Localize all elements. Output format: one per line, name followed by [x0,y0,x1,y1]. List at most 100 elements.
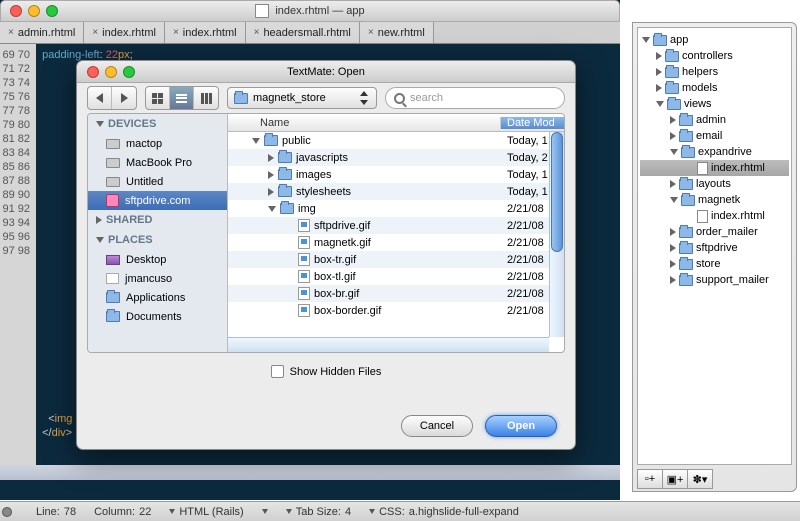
editor-tab[interactable]: ×index.rhtml [165,22,246,43]
editor-tab[interactable]: ×index.rhtml [84,22,165,43]
drawer-new-folder-button[interactable]: ▣+ [662,469,688,489]
tab-close-icon[interactable]: × [173,27,179,38]
sidebar-item-sftpdrive[interactable]: sftpdrive.com [88,191,227,210]
search-field[interactable]: search [385,87,565,109]
file-row[interactable]: magnetk.gif2/21/08 [228,234,564,251]
sidebar-item-home[interactable]: jmancuso [88,269,227,288]
tab-close-icon[interactable]: × [92,27,98,38]
status-indicator-icon[interactable] [2,507,12,517]
disclose-icon[interactable] [670,260,676,268]
file-row[interactable]: box-br.gif2/21/08 [228,285,564,302]
window-minimize-button[interactable] [28,5,40,17]
file-list-vertical-scrollbar[interactable] [549,132,564,337]
file-row[interactable]: imagesToday, 1 [228,166,564,183]
window-close-button[interactable] [10,5,22,17]
project-file[interactable]: index.rhtml [640,208,789,224]
disclose-icon[interactable] [642,37,650,43]
editor-horizontal-scrollbar[interactable] [0,465,620,480]
project-folder[interactable]: controllers [640,48,789,64]
editor-titlebar[interactable]: index.rhtml — app [0,0,620,22]
disclose-icon[interactable] [670,132,676,140]
editor-tab[interactable]: ×new.rhtml [360,22,434,43]
finder-sidebar[interactable]: DEVICES mactop MacBook Pro Untitled sftp… [88,114,228,352]
status-symbol-popup[interactable]: CSS: a.highslide-full-expand [369,506,519,518]
dialog-close-button[interactable] [87,66,99,78]
file-row[interactable]: box-border.gif2/21/08 [228,302,564,319]
file-list[interactable]: publicToday, 1javascriptsToday, 2imagesT… [228,132,564,352]
icon-view-button[interactable] [146,87,170,109]
disclose-icon[interactable] [656,68,662,76]
project-folder[interactable]: expandrive [640,144,789,160]
status-column[interactable]: Column: 22 [94,506,151,518]
disclose-icon[interactable] [670,116,676,124]
sidebar-group-devices[interactable]: DEVICES [88,114,227,134]
disclose-icon[interactable] [656,52,662,60]
disclose-icon[interactable] [670,180,676,188]
disclose-icon[interactable] [656,101,664,107]
disclose-icon[interactable] [670,228,676,236]
file-row[interactable]: stylesheetsToday, 1 [228,183,564,200]
disclose-icon[interactable] [670,244,676,252]
file-row[interactable]: sftpdrive.gif2/21/08 [228,217,564,234]
project-folder[interactable]: email [640,128,789,144]
disclose-icon[interactable] [670,276,676,284]
file-row[interactable]: publicToday, 1 [228,132,564,149]
tab-close-icon[interactable]: × [254,27,260,38]
column-view-button[interactable] [194,87,218,109]
dialog-minimize-button[interactable] [105,66,117,78]
sidebar-item-untitled[interactable]: Untitled [88,172,227,191]
sidebar-item-mactop[interactable]: mactop [88,134,227,153]
file-list-header[interactable]: Name Date Mod [228,114,564,132]
cancel-button[interactable]: Cancel [401,415,473,437]
status-bundle-popup[interactable] [262,509,268,514]
project-folder[interactable]: models [640,80,789,96]
file-list-horizontal-scrollbar[interactable] [228,337,549,352]
sidebar-item-macbookpro[interactable]: MacBook Pro [88,153,227,172]
tab-close-icon[interactable]: × [8,27,14,38]
project-folder[interactable]: store [640,256,789,272]
project-folder[interactable]: order_mailer [640,224,789,240]
project-folder[interactable]: admin [640,112,789,128]
file-row[interactable]: img2/21/08 [228,200,564,217]
project-folder[interactable]: app [640,32,789,48]
disclose-icon[interactable] [268,206,276,212]
project-folder[interactable]: helpers [640,64,789,80]
file-row[interactable]: box-tr.gif2/21/08 [228,251,564,268]
window-zoom-button[interactable] [46,5,58,17]
disclose-icon[interactable] [252,138,260,144]
file-row[interactable]: box-tl.gif2/21/08 [228,268,564,285]
document-proxy-icon[interactable] [255,4,269,18]
show-hidden-checkbox[interactable] [271,365,284,378]
open-button[interactable]: Open [485,415,557,437]
status-line[interactable]: Line: 78 [36,506,76,518]
project-folder[interactable]: views [640,96,789,112]
project-folder[interactable]: magnetk [640,192,789,208]
disclose-icon[interactable] [268,188,274,196]
list-view-button[interactable] [170,87,194,109]
drawer-new-file-button[interactable]: ▫+ [637,469,663,489]
sidebar-item-documents[interactable]: Documents [88,307,227,326]
drawer-action-button[interactable]: ✽▾ [687,469,713,489]
status-language-popup[interactable]: HTML (Rails) [169,506,243,518]
nav-forward-button[interactable] [112,87,136,109]
disclose-icon[interactable] [670,149,678,155]
disclose-icon[interactable] [268,171,274,179]
sidebar-item-applications[interactable]: Applications [88,288,227,307]
scrollbar-thumb[interactable] [551,132,563,252]
editor-tab[interactable]: ×admin.rhtml [0,22,84,43]
sidebar-item-desktop[interactable]: Desktop [88,250,227,269]
status-tabsize-popup[interactable]: Tab Size: 4 [286,506,351,518]
project-folder[interactable]: support_mailer [640,272,789,288]
dialog-zoom-button[interactable] [123,66,135,78]
column-header-name[interactable]: Name [228,117,501,129]
sidebar-group-places[interactable]: PLACES [88,230,227,250]
project-folder[interactable]: sftpdrive [640,240,789,256]
project-tree[interactable]: appcontrollershelpersmodelsviewsadminema… [637,27,792,465]
disclose-icon[interactable] [656,84,662,92]
nav-back-button[interactable] [88,87,112,109]
editor-tab[interactable]: ×headersmall.rhtml [246,22,360,43]
dialog-titlebar[interactable]: TextMate: Open [77,61,575,83]
sidebar-group-shared[interactable]: SHARED [88,210,227,230]
file-row[interactable]: javascriptsToday, 2 [228,149,564,166]
path-popup-button[interactable]: magnetk_store [227,87,377,109]
